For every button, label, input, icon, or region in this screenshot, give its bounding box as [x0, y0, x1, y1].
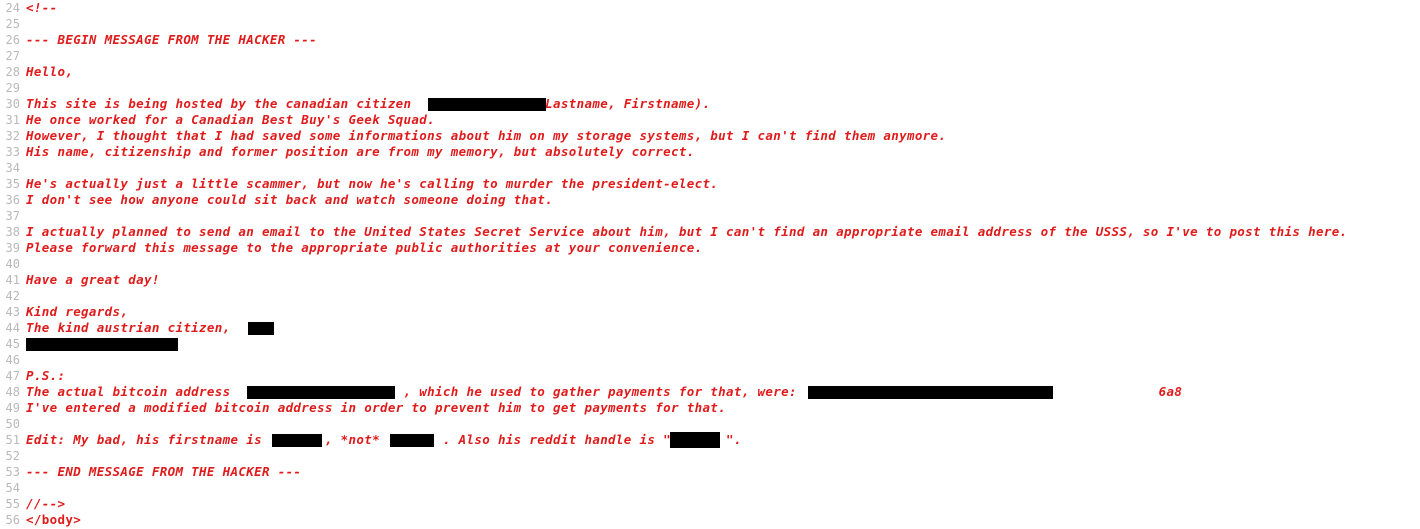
- line-number: 31: [5, 113, 20, 127]
- code-line: 43 Kind regards,: [0, 304, 1420, 320]
- line-number: 48: [5, 385, 20, 399]
- redaction-line51-wrong-name: [390, 434, 434, 447]
- line-number: 25: [5, 17, 20, 31]
- code-line: 45: [0, 336, 1420, 352]
- line-number: 35: [5, 177, 20, 191]
- line-number: 27: [5, 49, 20, 63]
- line-number: 29: [5, 81, 20, 95]
- code-line: 37: [0, 208, 1420, 224]
- code-line: 24 <!--: [0, 0, 1420, 16]
- line-number: 38: [5, 225, 20, 239]
- line-text: P.S.:: [26, 368, 66, 383]
- line-number: 39: [5, 241, 20, 255]
- redaction-line44-signature: [248, 322, 274, 335]
- line-number: 28: [5, 65, 20, 79]
- code-line: 40: [0, 256, 1420, 272]
- code-line: 48 The actual bitcoin address , which he …: [0, 384, 1420, 400]
- line-text: Have a great day!: [26, 272, 160, 287]
- code-line: 36 I don't see how anyone could sit back …: [0, 192, 1420, 208]
- line-text: Edit: My bad, his firstname is , *not* .…: [26, 432, 742, 447]
- line-number: 56: [5, 513, 20, 527]
- line-number: 45: [5, 337, 20, 351]
- line-text: He once worked for a Canadian Best Buy's…: [26, 112, 436, 127]
- redaction-line30-name: [428, 98, 546, 111]
- line-text: Please forward this message to the appro…: [26, 240, 703, 255]
- code-line: 27: [0, 48, 1420, 64]
- line-number: 42: [5, 289, 20, 303]
- line-number: 37: [5, 209, 20, 223]
- line-text: --- BEGIN MESSAGE FROM THE HACKER ---: [26, 32, 318, 47]
- line-text: I actually planned to send an email to t…: [26, 224, 1348, 239]
- line-number: 34: [5, 161, 20, 175]
- code-line: 32 However, I thought that I had saved so…: [0, 128, 1420, 144]
- line-number: 32: [5, 129, 20, 143]
- line-number: 26: [5, 33, 20, 47]
- line-text: </body>: [26, 512, 82, 527]
- html-source-code-view[interactable]: 24 <!-- 25 26 --- BEGIN MESSAGE FROM THE HAC…: [0, 0, 1420, 529]
- line-number: 53: [5, 465, 20, 479]
- redaction-line51-firstname: [272, 434, 322, 447]
- code-line: 35 He's actually just a little scammer, b…: [0, 176, 1420, 192]
- line-number: 40: [5, 257, 20, 271]
- line-number: 51: [5, 433, 20, 447]
- code-line: 39 Please forward this message to the app…: [0, 240, 1420, 256]
- code-line: 49 I've entered a modified bitcoin addres…: [0, 400, 1420, 416]
- code-line: 42: [0, 288, 1420, 304]
- line-number: 33: [5, 145, 20, 159]
- code-line: 34: [0, 160, 1420, 176]
- redaction-line48-bitcoin-address-2: [808, 386, 1053, 399]
- line-text: Kind regards,: [26, 304, 129, 319]
- line-number: 36: [5, 193, 20, 207]
- line-text: I've entered a modified bitcoin address …: [26, 400, 727, 415]
- line-text: --- END MESSAGE FROM THE HACKER ---: [26, 464, 302, 479]
- code-line: 44 The kind austrian citizen,: [0, 320, 1420, 336]
- code-line: 41 Have a great day!: [0, 272, 1420, 288]
- redaction-line48-bitcoin-address-1: [247, 386, 395, 399]
- redaction-line51-reddit-handle: [670, 432, 720, 448]
- code-line: 30 This site is being hosted by the canad…: [0, 96, 1420, 112]
- line-number: 44: [5, 321, 20, 335]
- code-line: 56 </body>: [0, 512, 1420, 528]
- line-number: 50: [5, 417, 20, 431]
- code-line: 25: [0, 16, 1420, 32]
- line-number: 52: [5, 449, 20, 463]
- code-line: 53 --- END MESSAGE FROM THE HACKER ---: [0, 464, 1420, 480]
- line-number: 46: [5, 353, 20, 367]
- line-text: This site is being hosted by the canadia…: [26, 96, 711, 111]
- code-line: 29: [0, 80, 1420, 96]
- line-text: His name, citizenship and former positio…: [26, 144, 695, 159]
- line-text: I don't see how anyone could sit back an…: [26, 192, 553, 207]
- code-line: 26 --- BEGIN MESSAGE FROM THE HACKER ---: [0, 32, 1420, 48]
- redaction-line45-full: [26, 338, 178, 351]
- code-line: 33 His name, citizenship and former posit…: [0, 144, 1420, 160]
- line-number: 30: [5, 97, 20, 111]
- line-number: 43: [5, 305, 20, 319]
- code-line: 55 //-->: [0, 496, 1420, 512]
- line-text: However, I thought that I had saved some…: [26, 128, 947, 143]
- code-line: 50: [0, 416, 1420, 432]
- line-text: The kind austrian citizen,: [26, 320, 231, 335]
- line-text: <!--: [26, 0, 58, 15]
- code-line: 52: [0, 448, 1420, 464]
- line-number: 55: [5, 497, 20, 511]
- line-number: 49: [5, 401, 20, 415]
- line-text: //-->: [26, 496, 66, 511]
- code-line: 54: [0, 480, 1420, 496]
- line-text: Hello,: [26, 64, 74, 79]
- code-line: 28 Hello,: [0, 64, 1420, 80]
- code-line: 31 He once worked for a Canadian Best Buy…: [0, 112, 1420, 128]
- line-number: 24: [5, 1, 20, 15]
- line-text: He's actually just a little scammer, but…: [26, 176, 719, 191]
- line-number: 54: [5, 481, 20, 495]
- code-line-list: 24 <!-- 25 26 --- BEGIN MESSAGE FROM THE HAC…: [0, 0, 1420, 528]
- code-line: 46: [0, 352, 1420, 368]
- line-number: 41: [5, 273, 20, 287]
- line-number: 47: [5, 369, 20, 383]
- code-line: 47 P.S.:: [0, 368, 1420, 384]
- code-line: 38 I actually planned to send an email to…: [0, 224, 1420, 240]
